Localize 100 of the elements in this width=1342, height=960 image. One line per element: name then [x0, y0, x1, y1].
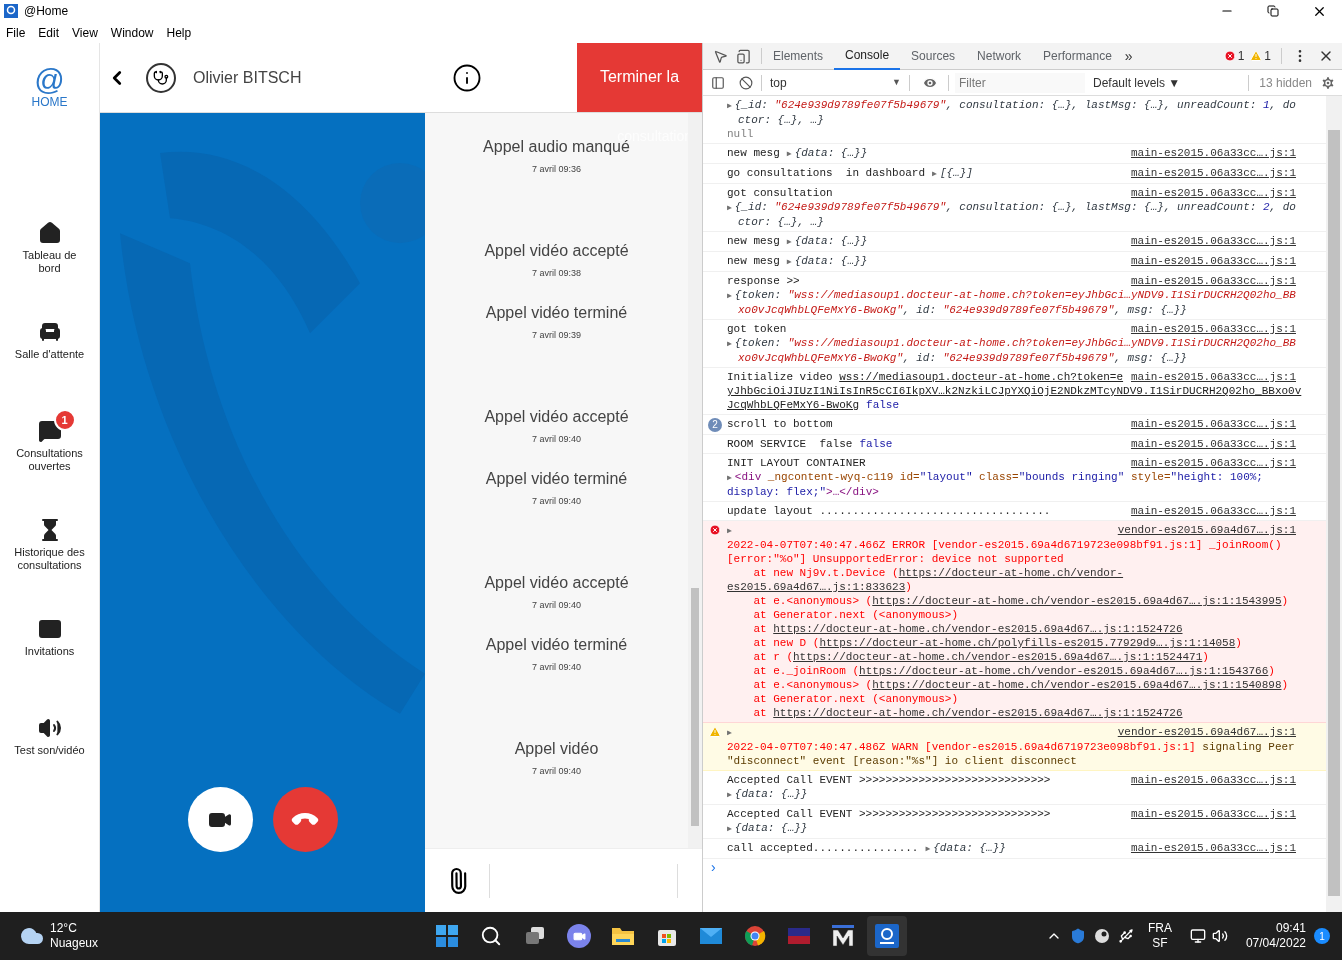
nav-item[interactable]: Tableau de bord	[0, 209, 100, 308]
device-toolbar-icon[interactable]	[736, 48, 751, 64]
log-levels-dropdown[interactable]: Default levels ▼	[1093, 73, 1181, 92]
nav-item[interactable]: Invitations	[0, 605, 100, 704]
devtools-tab[interactable]: Sources	[900, 42, 967, 70]
source-link[interactable]: main-es2015.06a33cc….js:1	[1130, 773, 1296, 787]
nav-item[interactable]: Test son/vidéo	[0, 704, 100, 803]
expand-arrow[interactable]: ▶	[727, 728, 732, 737]
expand-arrow[interactable]: ▶	[727, 790, 732, 799]
expand-arrow[interactable]: ▶	[727, 526, 732, 535]
inspect-icon[interactable]	[713, 48, 728, 64]
expand-arrow[interactable]: ▶	[727, 339, 732, 348]
network-icon[interactable]	[1189, 928, 1206, 944]
url-link[interactable]: yJhbGciOiJIUzI1NiIsInR5cCI6IkpXV…k2NzkiLCJpYXQiOjE2NDkzMTcyNDV9.I1SirDUCRH2Q02ho_BBxo0v	[727, 385, 1302, 397]
source-link[interactable]: main-es2015.06a33cc….js:1	[1130, 417, 1296, 431]
source-link[interactable]: main-es2015.06a33cc….js:1	[1130, 254, 1296, 268]
end-consultation-button[interactable]: Terminer la	[577, 43, 702, 112]
nav-item[interactable]: Salle d'attente	[0, 308, 100, 407]
settings-icon[interactable]	[1320, 74, 1336, 91]
chat-icon[interactable]	[567, 924, 592, 948]
nav-item[interactable]: Historique des consultations	[0, 506, 100, 605]
home-app-icon[interactable]	[875, 924, 900, 948]
clock-time[interactable]: 09:41	[1275, 921, 1306, 936]
more-tabs[interactable]: »	[1124, 45, 1133, 67]
stack-link[interactable]: https://docteur-at-home.ch/vendor-es2015.69a4d67….js:1:1524471	[793, 651, 1203, 663]
devtools-tab[interactable]: Network	[966, 42, 1033, 70]
usb-icon[interactable]	[1117, 928, 1134, 944]
source-link[interactable]: main-es2015.06a33cc….js:1	[1130, 166, 1296, 180]
stack-link[interactable]: https://docteur-at-home.ch/vendor-es2015.69a4d67….js:1:1543995	[872, 595, 1282, 607]
browser-icon[interactable]	[744, 925, 767, 947]
game-client-icon[interactable]	[1093, 928, 1110, 944]
clear-console-icon[interactable]	[739, 75, 753, 90]
source-link[interactable]: main-es2015.06a33cc….js:1	[1130, 186, 1296, 200]
attribute-value: display: flex;"	[727, 486, 827, 498]
scrollbar-thumb[interactable]	[691, 588, 699, 826]
expand-arrow[interactable]: ▶	[925, 844, 931, 853]
source-link[interactable]: main-es2015.06a33cc….js:1	[1130, 146, 1296, 160]
source-link[interactable]: main-es2015.06a33cc….js:1	[1130, 234, 1296, 248]
clock-date[interactable]: 07/04/2022	[1245, 936, 1306, 951]
taskbar-button[interactable]	[867, 916, 908, 956]
menu-item[interactable]: Window	[110, 23, 154, 42]
menu-item[interactable]: Help	[166, 23, 192, 42]
console-text: Accepted Call EVENT >>>>>>>>>>>>>>>>>>>>>>>>>>>>>	[727, 774, 1051, 786]
source-link[interactable]: main-es2015.06a33cc….js:1	[1130, 841, 1296, 855]
warning-count[interactable]: 1	[1264, 47, 1271, 65]
source-link[interactable]: main-es2015.06a33cc….js:1	[1130, 370, 1296, 384]
folder-icon[interactable]	[611, 925, 636, 947]
task-view-icon[interactable]	[524, 925, 547, 947]
console-prompt[interactable]: ›	[711, 859, 1326, 875]
keyboard-layout[interactable]: SF	[1152, 936, 1168, 951]
menu-item[interactable]: View	[72, 23, 98, 42]
source-link[interactable]: main-es2015.06a33cc….js:1	[1130, 504, 1296, 518]
stack-link[interactable]: es2015.69a4d67….js:1:833623	[727, 581, 906, 593]
stack-link[interactable]: https://docteur-at-home.ch/vendor-es2015.69a4d67….js:1:1543766	[859, 665, 1269, 677]
source-link[interactable]: main-es2015.06a33cc….js:1	[1130, 274, 1296, 288]
start-icon[interactable]	[436, 925, 459, 947]
devtools-tab[interactable]: Console	[834, 42, 901, 70]
expand-arrow[interactable]: ▶	[786, 237, 792, 246]
stack-link[interactable]: https://docteur-at-home.ch/vendor-es2015.69a4d67….js:1:1540898	[872, 679, 1282, 691]
scrollbar-thumb[interactable]	[1328, 130, 1340, 896]
scrollbar[interactable]	[1326, 96, 1342, 912]
menu-item[interactable]: File	[6, 23, 26, 42]
expand-arrow[interactable]: ▶	[727, 203, 732, 212]
expand-arrow[interactable]: ▶	[727, 473, 732, 482]
message-input[interactable]	[489, 863, 678, 898]
filter-field[interactable]: Filter	[955, 72, 1085, 93]
source-link[interactable]: vendor-es2015.69a4d67….js:1	[1117, 523, 1296, 537]
url-link[interactable]: JcqWhbLQFeMxY6-BwoKg	[727, 399, 860, 411]
expand-arrow[interactable]: ▶	[727, 824, 732, 833]
expand-arrow[interactable]: ▶	[932, 169, 937, 178]
source-link[interactable]: main-es2015.06a33cc….js:1	[1130, 456, 1296, 470]
stack-link[interactable]: https://docteur-at-home.ch/vendor-	[898, 567, 1124, 579]
volume-icon[interactable]	[1211, 928, 1228, 944]
expand-arrow[interactable]: ▶	[727, 101, 732, 110]
expand-arrow[interactable]: ▶	[786, 149, 792, 158]
stack-link[interactable]: https://docteur-at-home.ch/polyfills-es2015.77929d9….js:1:14058	[819, 637, 1236, 649]
app-icon[interactable]	[832, 925, 855, 947]
context-select[interactable]: top ▼	[770, 73, 905, 92]
menu-item[interactable]: Edit	[38, 23, 60, 42]
expand-arrow[interactable]: ▶	[727, 291, 732, 300]
source-link[interactable]: main-es2015.06a33cc….js:1	[1130, 322, 1296, 336]
source-link[interactable]: vendor-es2015.69a4d67….js:1	[1117, 725, 1296, 739]
devtools-tab[interactable]: Elements	[762, 42, 835, 70]
scrollbar[interactable]	[688, 113, 702, 848]
stack-link[interactable]: https://docteur-at-home.ch/vendor-es2015.69a4d67….js:1:1524726	[773, 623, 1183, 635]
input-language[interactable]: FRA	[1147, 921, 1172, 936]
devtools-tab[interactable]: Performance	[1032, 42, 1123, 70]
source-link[interactable]: main-es2015.06a33cc….js:1	[1130, 437, 1296, 451]
expand-arrow[interactable]: ▶	[786, 257, 792, 266]
info-icon[interactable]	[452, 62, 483, 93]
url-link[interactable]: wss://mediasoup1.docteur-at-home.ch?token=e	[839, 371, 1124, 383]
error-text: at Generator.next (<anonymous>)	[752, 693, 959, 705]
search-icon[interactable]	[480, 925, 503, 947]
source-link[interactable]: main-es2015.06a33cc….js:1	[1130, 807, 1296, 821]
home-logo[interactable]: @ HOME	[31, 65, 68, 109]
nav-item[interactable]: 1 Consultations ouvertes	[0, 407, 100, 506]
stack-link[interactable]: https://docteur-at-home.ch/vendor-es2015.69a4d67….js:1:1524726	[773, 707, 1183, 719]
sidebar-toggle-icon[interactable]	[711, 75, 725, 90]
security-icon[interactable]	[1069, 928, 1086, 944]
error-count[interactable]: 1	[1237, 47, 1245, 65]
